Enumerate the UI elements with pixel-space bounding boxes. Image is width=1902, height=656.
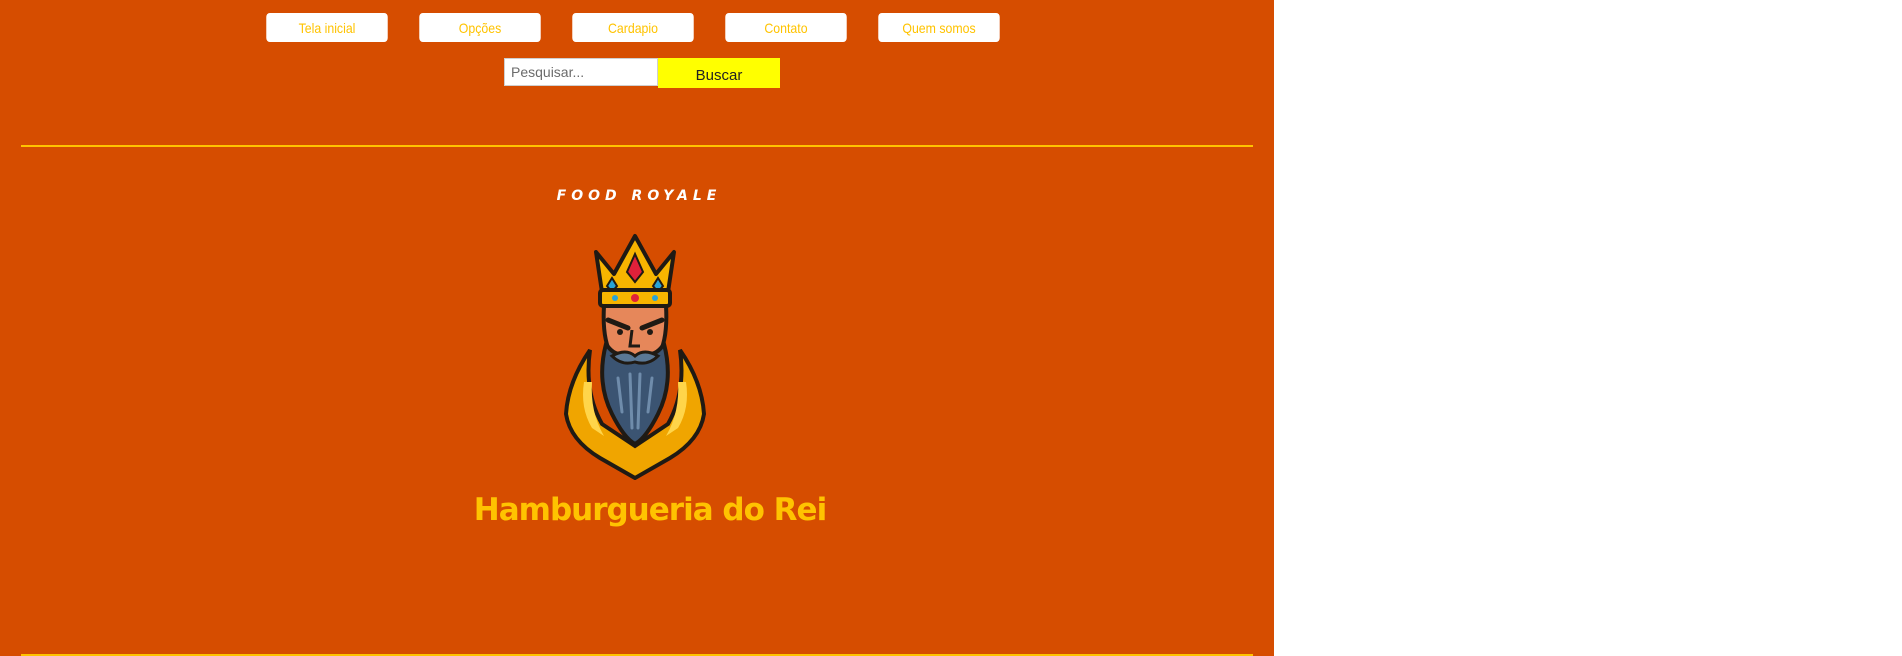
search-input[interactable] [504,58,658,86]
nav-button-tela-inicial[interactable]: Tela inicial [266,13,388,42]
page-container: Tela inicial Opções Cardapio Contato Que… [0,0,1274,656]
nav-label: Contato [764,19,808,36]
bearded-king-mascot-icon [563,234,707,480]
nav-button-cardapio[interactable]: Cardapio [572,13,694,42]
brand-name: Hamburgueria do Rei [473,492,827,528]
search-button[interactable]: Buscar [658,58,780,88]
nav-button-quem-somos[interactable]: Quem somos [878,13,1000,42]
nav-label: Tela inicial [298,19,356,36]
nav-label: Cardapio [607,19,658,36]
brand-tagline: FOOD ROYALE [556,188,722,204]
nav-label: Opções [458,19,502,36]
nav-label: Quem somos [902,19,976,36]
nav-button-contato[interactable]: Contato [725,13,847,42]
nav-button-opcoes[interactable]: Opções [419,13,541,42]
search-form: Buscar [504,58,780,88]
main-nav: Tela inicial Opções Cardapio Contato Que… [258,13,1008,42]
header-divider [21,145,1253,147]
